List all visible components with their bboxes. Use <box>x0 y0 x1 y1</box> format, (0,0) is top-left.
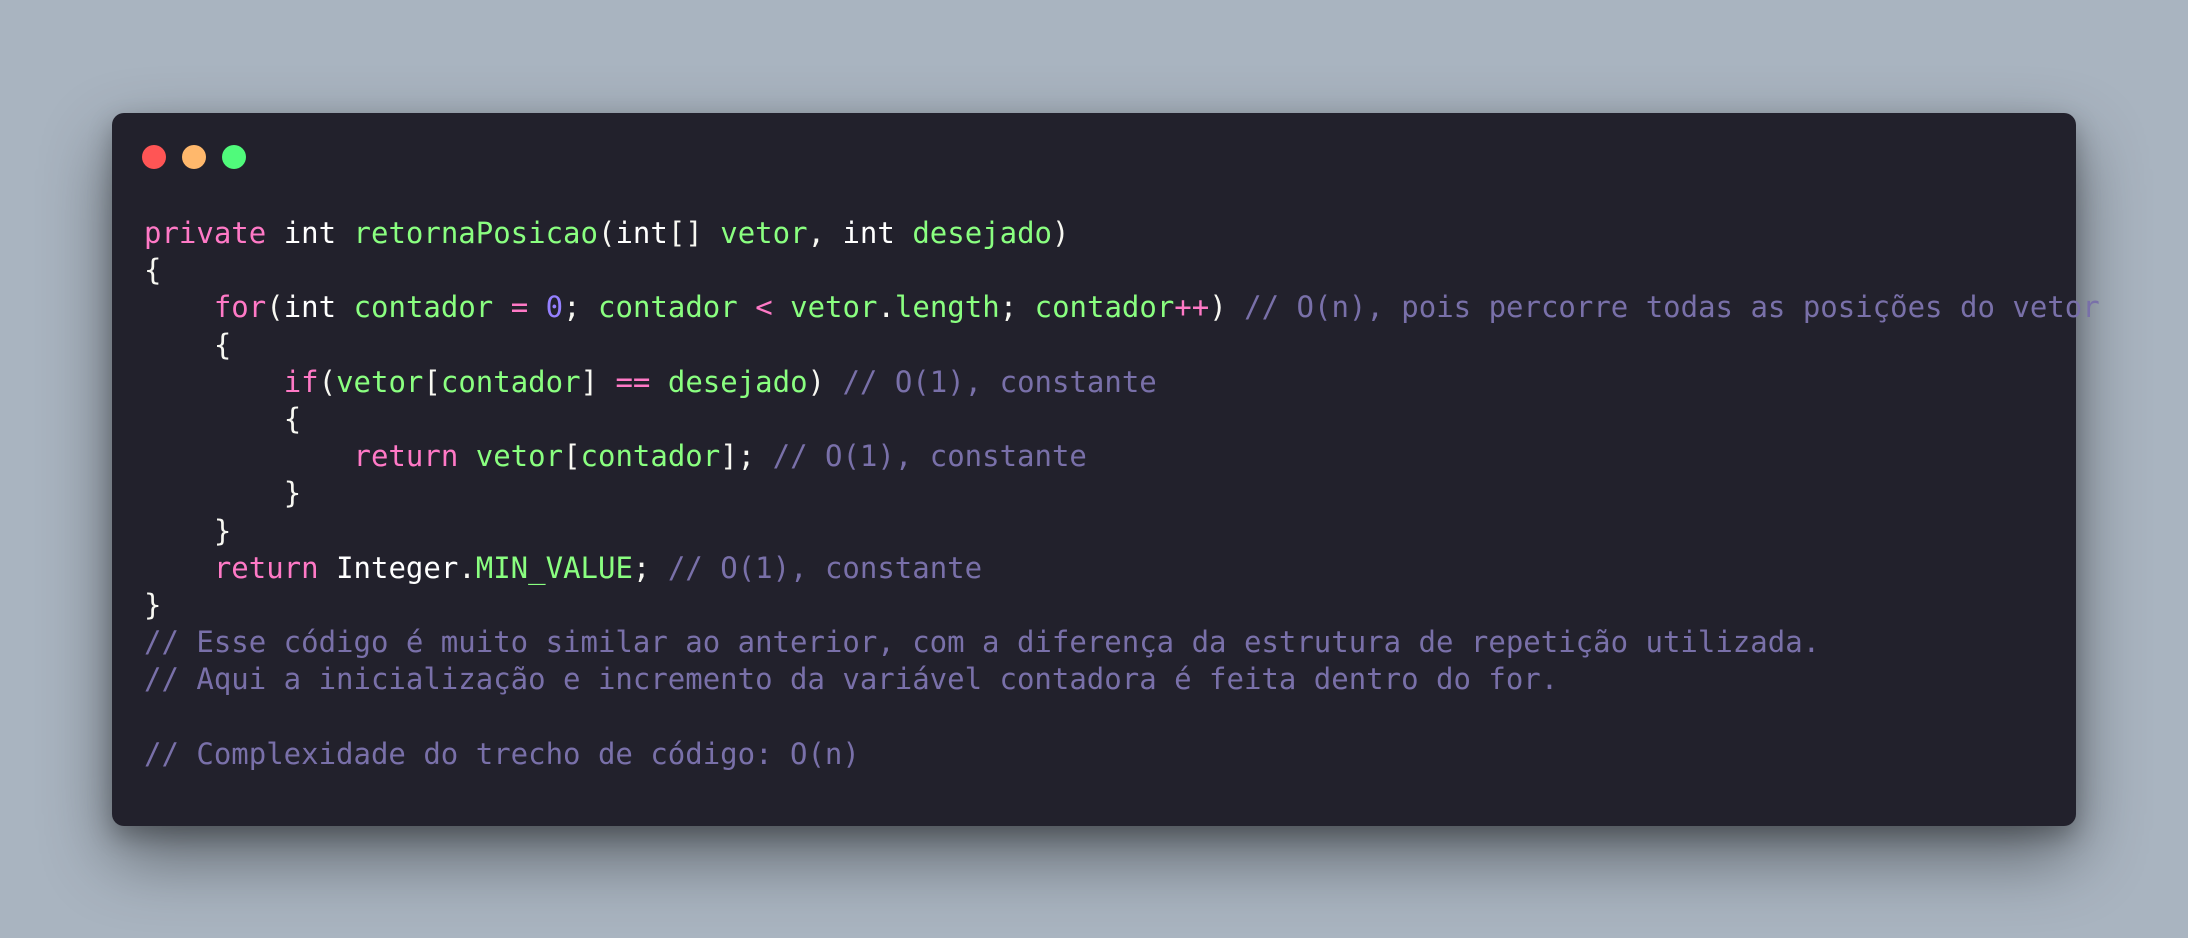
code-token: contador <box>598 290 738 325</box>
code-token: vetor <box>720 216 808 250</box>
code-token: [ <box>563 439 581 474</box>
code-token: . <box>877 290 895 325</box>
code-line: if(vetor[contador] == desejado) // O(1),… <box>144 364 2100 401</box>
code-line: { <box>144 252 2100 289</box>
code-token: ; <box>632 550 668 585</box>
code-token: if <box>283 364 319 399</box>
code-line: return vetor[contador]; // O(1), constan… <box>144 438 2100 475</box>
code-token: // O(1), constante <box>842 364 1157 399</box>
code-token: { <box>213 327 232 362</box>
code-token: } <box>283 476 302 511</box>
code-token: } <box>144 587 162 622</box>
code-token: // O(1), constante <box>772 439 1087 474</box>
code-token: // Esse código é muito similar ao anteri… <box>144 625 1821 660</box>
code-token: contador <box>440 364 581 399</box>
code-token: ( <box>597 216 616 250</box>
code-token: // Complexidade do trecho de código: O(n… <box>144 736 860 771</box>
code-token: private <box>144 216 267 250</box>
code-token: [] <box>667 216 721 250</box>
code-token: ; <box>999 290 1035 325</box>
code-line: return Integer.MIN_VALUE; // O(1), const… <box>144 550 2100 587</box>
code-token: return <box>213 550 319 585</box>
code-line: } <box>144 475 2100 512</box>
window-controls <box>142 145 246 169</box>
code-token: , <box>807 216 843 250</box>
code-line: { <box>144 327 2100 364</box>
code-token: desejado <box>667 364 808 399</box>
code-block: private int retornaPosicao(int[] vetor, … <box>144 215 2100 773</box>
close-button[interactable] <box>142 145 166 169</box>
code-line: // Complexidade do trecho de código: O(n… <box>144 736 2100 773</box>
code-token: ( <box>266 290 284 325</box>
code-token: int <box>615 216 668 250</box>
code-line: } <box>144 587 2100 624</box>
code-line: private int retornaPosicao(int[] vetor, … <box>144 215 2100 252</box>
code-token: ) <box>1052 216 1070 250</box>
code-token: < <box>755 290 773 325</box>
code-token: length <box>894 290 1000 325</box>
code-token: { <box>283 401 302 436</box>
code-token: for <box>213 290 267 325</box>
code-token: vetor <box>475 439 564 474</box>
code-token: . <box>458 550 476 585</box>
code-token: return <box>353 439 459 474</box>
code-token: contador <box>580 439 721 474</box>
code-token: ) <box>1209 290 1245 325</box>
code-token: 0 <box>545 290 564 325</box>
code-line: for(int contador = 0; contador < vetor.l… <box>144 289 2100 326</box>
code-token: desejado <box>912 216 1053 250</box>
code-token: MIN_VALUE <box>475 550 633 585</box>
code-token: int <box>283 216 337 250</box>
code-token: retornaPosicao <box>353 216 598 250</box>
maximize-button[interactable] <box>222 145 246 169</box>
code-token: ( <box>318 364 337 399</box>
code-token: = <box>510 290 529 325</box>
code-token: // O(n), pois percorre todas as posições… <box>1244 290 2100 325</box>
code-line: { <box>144 401 2100 438</box>
code-token: int <box>283 290 337 325</box>
code-line: // Aqui a inicialização e incremento da … <box>144 661 2100 698</box>
code-token: ] <box>580 364 616 399</box>
code-token: [ <box>423 364 441 399</box>
code-token: == <box>615 364 651 399</box>
code-token: // Aqui a inicialização e incremento da … <box>144 662 1559 697</box>
code-token: contador <box>1034 290 1175 325</box>
code-token: ; <box>563 290 599 325</box>
code-token: ++ <box>1174 290 1210 325</box>
code-token: } <box>213 513 232 548</box>
code-line: } <box>144 513 2100 550</box>
code-token: vetor <box>336 364 424 399</box>
code-window: private int retornaPosicao(int[] vetor, … <box>112 113 2100 826</box>
code-token: contador <box>353 290 494 325</box>
code-token: // O(1), constante <box>667 550 983 585</box>
code-token: Integer <box>336 550 459 585</box>
code-token: ]; <box>720 439 773 474</box>
code-token: vetor <box>790 290 878 325</box>
minimize-button[interactable] <box>182 145 206 169</box>
code-token: { <box>144 253 162 288</box>
code-token: ) <box>807 364 843 399</box>
code-token: int <box>842 216 895 250</box>
code-line: // Esse código é muito similar ao anteri… <box>144 624 2100 661</box>
